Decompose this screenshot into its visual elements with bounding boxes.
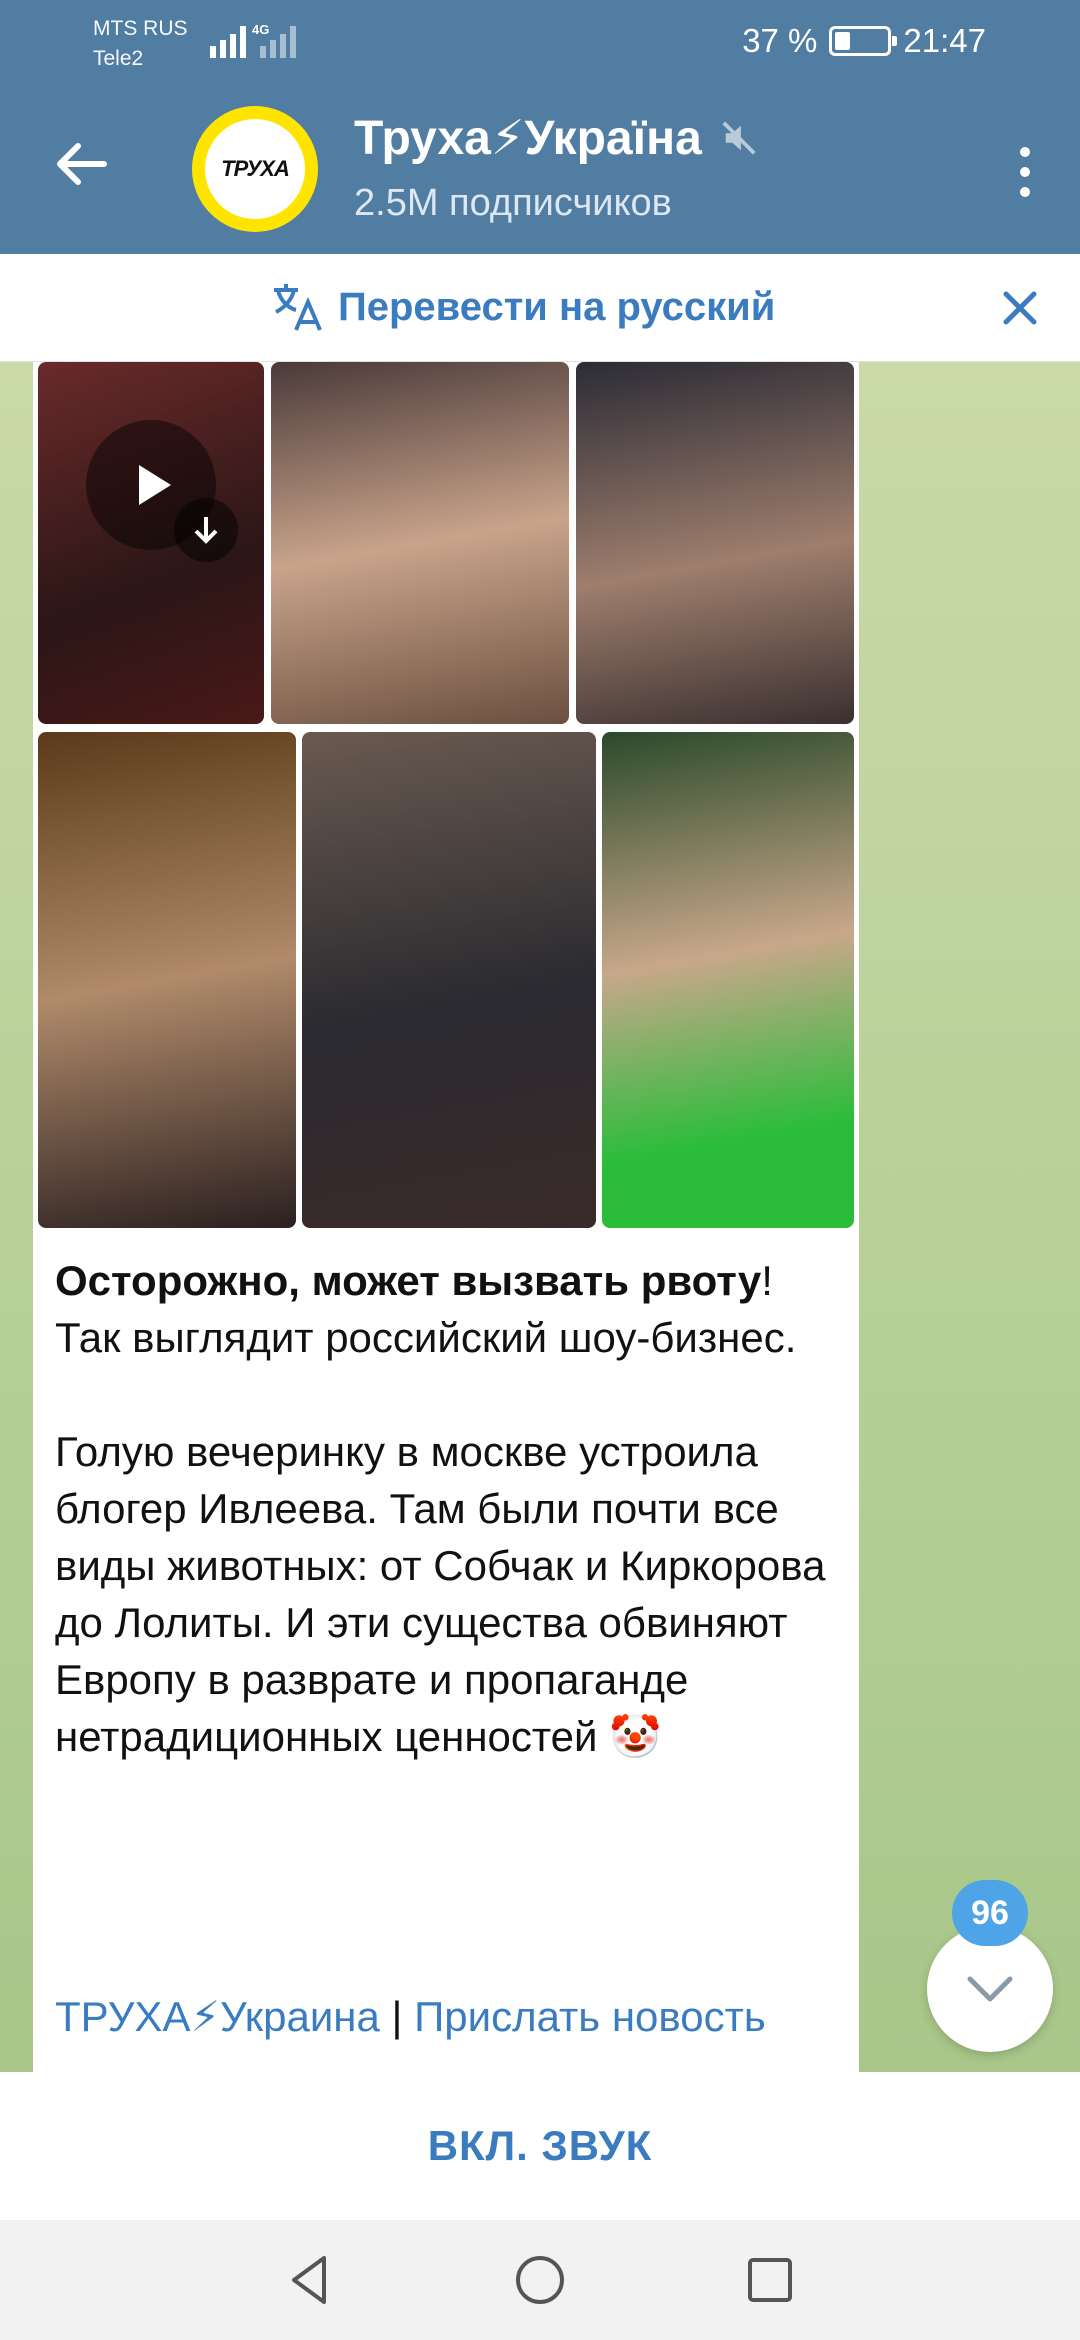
chat-header: ТРУХА Труха⚡Україна 2.5M подписчиков (0, 84, 1080, 254)
media-photo-3[interactable] (576, 362, 854, 724)
channel-link[interactable]: ТРУХА⚡Украина (55, 1993, 380, 2040)
nav-back-icon[interactable] (280, 2250, 340, 2310)
link-separator: | (379, 1993, 415, 2040)
status-bar: MTS RUS Tele2 4G 37 % 21:47 (0, 0, 1080, 84)
unread-badge: 96 (952, 1880, 1028, 1946)
signal-icon: 4G (210, 22, 296, 58)
translate-bar: Перевести на русский (0, 254, 1080, 362)
carrier-2: Tele2 (93, 47, 144, 70)
chat-area[interactable]: Осторожно, может вызвать рвоту! Так выгл… (0, 362, 1080, 2072)
carrier-1: MTS RUS (93, 17, 188, 40)
channel-name: Труха⚡Україна (354, 112, 702, 165)
clock: 21:47 (903, 22, 986, 59)
media-gallery (38, 362, 854, 1228)
carrier-info: MTS RUS Tele2 (93, 14, 188, 74)
media-photo-4[interactable] (38, 732, 296, 1228)
avatar-logo: ТРУХА (205, 119, 305, 219)
channel-title[interactable]: Труха⚡Україна (354, 110, 758, 166)
media-photo-6[interactable] (602, 732, 854, 1228)
back-arrow-icon[interactable] (52, 134, 112, 194)
unmute-button[interactable]: ВКЛ. ЗВУК (0, 2072, 1080, 2220)
translate-label: Перевести на русский (338, 284, 776, 329)
muted-icon (722, 121, 756, 155)
more-options-icon[interactable] (1010, 142, 1040, 202)
send-news-link[interactable]: Прислать новость (414, 1993, 766, 2040)
message-bold: Осторожно, может вызвать рвоту (55, 1257, 762, 1304)
nav-recents-icon[interactable] (740, 2250, 800, 2310)
media-photo-2[interactable] (271, 362, 569, 724)
chevron-down-icon (967, 1976, 1013, 2002)
message-bubble[interactable]: Осторожно, может вызвать рвоту! Так выгл… (33, 362, 859, 2072)
system-nav-bar (0, 2220, 1080, 2340)
nav-home-icon[interactable] (510, 2250, 570, 2310)
subscriber-count: 2.5M подписчиков (354, 182, 672, 224)
battery-icon (829, 26, 898, 56)
battery-percent: 37 % (742, 22, 818, 59)
download-icon[interactable] (174, 498, 238, 562)
media-photo-5[interactable] (302, 732, 596, 1228)
message-paragraph: Голую вечеринку в москве устроила блогер… (55, 1428, 826, 1760)
channel-avatar[interactable]: ТРУХА (192, 106, 318, 232)
svg-text:4G: 4G (252, 22, 269, 37)
media-video-1[interactable] (38, 362, 264, 724)
message-links: ТРУХА⚡Украина | Прислать новость (55, 1992, 766, 2041)
close-icon[interactable] (998, 286, 1042, 330)
message-text: Осторожно, может вызвать рвоту! Так выгл… (55, 1252, 845, 1765)
translate-icon (274, 284, 322, 331)
translate-button[interactable]: Перевести на русский (270, 280, 775, 334)
